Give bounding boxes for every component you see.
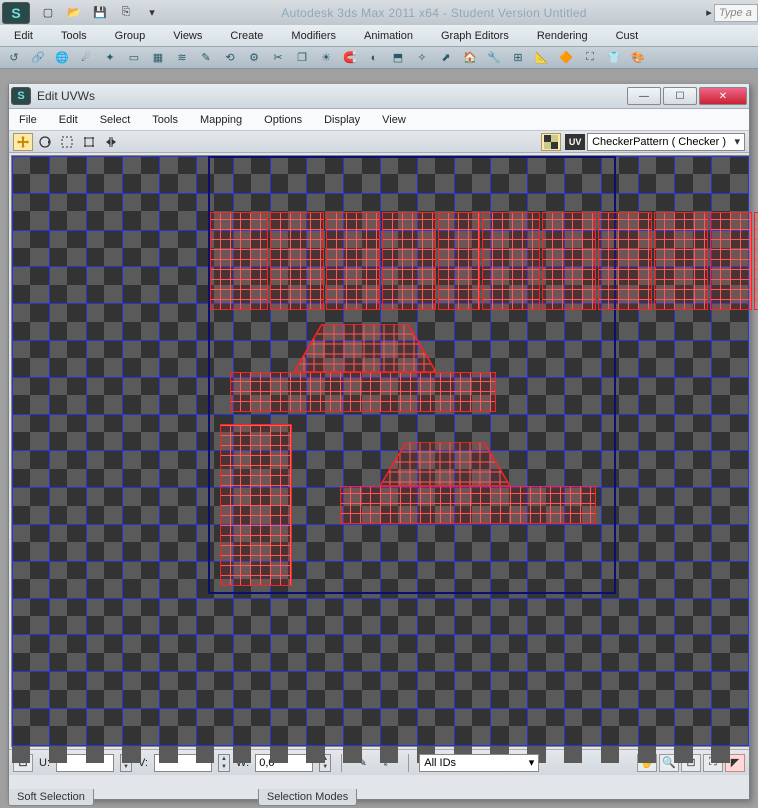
tool-icon[interactable]: ⬈ xyxy=(436,49,456,67)
uv-island[interactable] xyxy=(710,212,752,310)
uv-island[interactable] xyxy=(438,212,480,310)
tool-icon[interactable]: ⬒ xyxy=(388,49,408,67)
uvw-toolbar: UV CheckerPattern ( Checker ) xyxy=(9,131,749,153)
tool-icon[interactable]: 📐 xyxy=(532,49,552,67)
menu-views[interactable]: Views xyxy=(173,30,202,42)
uv-island[interactable] xyxy=(326,212,380,310)
tool-icon[interactable]: 🔶 xyxy=(556,49,576,67)
tool-icon[interactable]: ☀ xyxy=(316,49,336,67)
tool-icon[interactable]: 👕 xyxy=(604,49,624,67)
tool-icon[interactable]: ⚙ xyxy=(244,49,264,67)
tool-icon[interactable]: ▭ xyxy=(124,49,144,67)
menu-customize[interactable]: Cust xyxy=(616,30,639,42)
search-input[interactable]: Type a xyxy=(714,4,758,22)
uvw-menu-edit[interactable]: Edit xyxy=(59,114,78,126)
scale-icon[interactable] xyxy=(57,133,77,151)
tool-icon[interactable]: ▦ xyxy=(148,49,168,67)
uv-island[interactable] xyxy=(754,212,758,310)
menu-group[interactable]: Group xyxy=(115,30,146,42)
freeform-icon[interactable] xyxy=(79,133,99,151)
uv-island[interactable] xyxy=(598,212,652,310)
quick-access-toolbar: ▢ 📂 💾 ⎘ ▾ xyxy=(36,3,164,23)
uv-island[interactable] xyxy=(210,212,268,310)
close-button[interactable]: ✕ xyxy=(699,87,747,105)
app-titlebar: S ▢ 📂 💾 ⎘ ▾ Autodesk 3ds Max 2011 x64 - … xyxy=(0,0,758,25)
new-file-icon[interactable]: ▢ xyxy=(36,3,60,23)
tool-icon[interactable]: ⟲ xyxy=(220,49,240,67)
uv-island[interactable] xyxy=(482,212,540,310)
uvw-menu-tools[interactable]: Tools xyxy=(152,114,178,126)
uvw-menu: File Edit Select Tools Mapping Options D… xyxy=(9,109,749,131)
tool-icon[interactable]: 🏠 xyxy=(460,49,480,67)
tool-icon[interactable]: ◐ xyxy=(364,49,384,67)
bottom-panels: Soft Selection Selection Modes xyxy=(8,789,357,806)
uvw-title: Edit UVWs xyxy=(37,89,95,103)
uv-island[interactable] xyxy=(230,372,496,412)
uv-island[interactable] xyxy=(220,424,292,586)
tool-icon[interactable]: ≋ xyxy=(172,49,192,67)
main-menu: Edit Tools Group Views Create Modifiers … xyxy=(0,25,758,47)
tool-icon[interactable]: ⛶ xyxy=(580,49,600,67)
menu-tools[interactable]: Tools xyxy=(61,30,87,42)
uv-canvas[interactable] xyxy=(11,155,749,747)
main-toolbar: ↺ 🔗 🌐 ☄ ✦ ▭ ▦ ≋ ✎ ⟲ ⚙ ✂ ❐ ☀ 🧲 ◐ ⬒ ✧ ⬈ 🏠 … xyxy=(0,47,758,69)
uv-label: UV xyxy=(565,134,585,150)
uvw-menu-select[interactable]: Select xyxy=(100,114,131,126)
tool-icon[interactable]: ✎ xyxy=(196,49,216,67)
tool-icon[interactable]: ☄ xyxy=(76,49,96,67)
uvw-menu-display[interactable]: Display xyxy=(324,114,360,126)
selection-modes-tab[interactable]: Selection Modes xyxy=(258,789,357,806)
menu-rendering[interactable]: Rendering xyxy=(537,30,588,42)
uv-island[interactable] xyxy=(382,212,436,310)
app-icon[interactable]: S xyxy=(2,2,30,24)
save-icon[interactable]: 💾 xyxy=(88,3,112,23)
v-spinner[interactable]: ▲▼ xyxy=(218,754,230,772)
menu-modifiers[interactable]: Modifiers xyxy=(291,30,336,42)
maximize-button[interactable]: ☐ xyxy=(663,87,697,105)
menu-animation[interactable]: Animation xyxy=(364,30,413,42)
open-icon[interactable]: 📂 xyxy=(62,3,86,23)
move-icon[interactable] xyxy=(13,133,33,151)
uvw-menu-view[interactable]: View xyxy=(382,114,406,126)
edit-uvws-window: S Edit UVWs — ☐ ✕ File Edit Select Tools… xyxy=(8,84,750,800)
tool-icon[interactable]: 🌐 xyxy=(52,49,72,67)
menu-edit[interactable]: Edit xyxy=(14,30,33,42)
uv-island[interactable] xyxy=(380,442,510,486)
mirror-icon[interactable] xyxy=(101,133,121,151)
tool-icon[interactable]: ↺ xyxy=(4,49,24,67)
menu-graph-editors[interactable]: Graph Editors xyxy=(441,30,509,42)
tool-icon[interactable]: 🎨 xyxy=(628,49,648,67)
texture-dropdown[interactable]: CheckerPattern ( Checker ) xyxy=(587,133,745,151)
uvw-menu-mapping[interactable]: Mapping xyxy=(200,114,242,126)
rotate-icon[interactable] xyxy=(35,133,55,151)
tool-icon[interactable]: ⊞ xyxy=(508,49,528,67)
tool-icon[interactable]: ✂ xyxy=(268,49,288,67)
tool-icon[interactable]: 🧲 xyxy=(340,49,360,67)
checker-icon[interactable] xyxy=(541,133,561,151)
tool-icon[interactable]: ✦ xyxy=(100,49,120,67)
title-caret-icon[interactable]: ▸ xyxy=(704,6,714,19)
tool-icon[interactable]: ✧ xyxy=(412,49,432,67)
ids-dropdown[interactable]: All IDs xyxy=(419,754,539,772)
uv-island[interactable] xyxy=(542,212,596,310)
qat-dropdown-icon[interactable]: ▾ xyxy=(140,3,164,23)
app-title: Autodesk 3ds Max 2011 x64 - Student Vers… xyxy=(164,6,704,20)
uvw-menu-file[interactable]: File xyxy=(19,114,37,126)
uv-island[interactable] xyxy=(294,324,436,372)
soft-selection-tab[interactable]: Soft Selection xyxy=(8,789,94,806)
uv-island[interactable] xyxy=(340,486,596,524)
uvw-titlebar[interactable]: S Edit UVWs — ☐ ✕ xyxy=(9,84,749,109)
uv-island[interactable] xyxy=(654,212,708,310)
uv-island[interactable] xyxy=(270,212,324,310)
app-icon: S xyxy=(11,87,31,105)
minimize-button[interactable]: — xyxy=(627,87,661,105)
tool-icon[interactable]: 🔧 xyxy=(484,49,504,67)
uvw-menu-options[interactable]: Options xyxy=(264,114,302,126)
save-config-icon[interactable]: ⎘ xyxy=(114,3,138,23)
tool-icon[interactable]: ❐ xyxy=(292,49,312,67)
tool-icon[interactable]: 🔗 xyxy=(28,49,48,67)
menu-create[interactable]: Create xyxy=(230,30,263,42)
